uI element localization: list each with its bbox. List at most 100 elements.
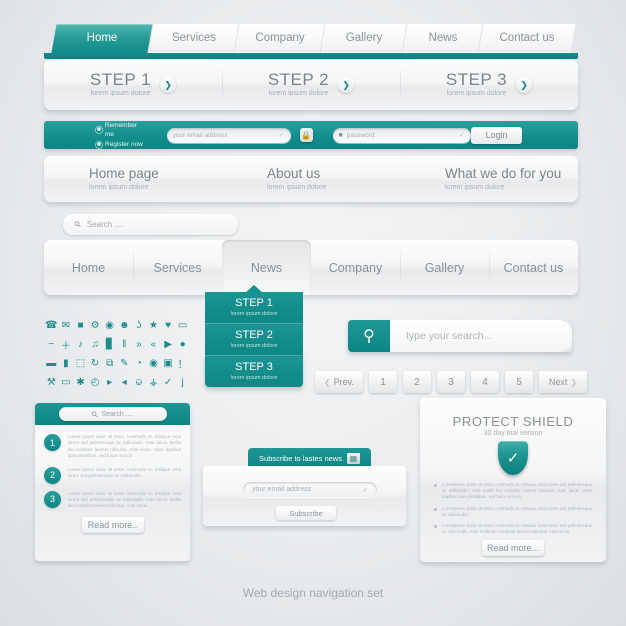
dropdown-subtitle: lorem ipsum dolore [230,311,278,317]
newsletter-email-input[interactable]: your email address ✓ [243,482,377,497]
refresh-icon[interactable]: ↻ [88,355,103,371]
fullscreen-icon[interactable]: ⬚ [73,355,88,371]
step-item-3[interactable]: STEP 3 lorem ipsum dolore ❯ [400,60,578,110]
protect-shield-subtitle: 30 day trial version [483,430,543,437]
top-nav-tab-contact-us[interactable]: Contact us [477,24,576,53]
briefcase-alt-icon[interactable]: ▬ [44,355,59,371]
heart-icon[interactable]: ♥ [161,317,176,333]
save-icon[interactable]: ▣ [161,355,176,371]
info-item-what-we-do[interactable]: What we do for you lorem ipsum dolore [400,166,578,193]
top-nav-tab-home[interactable]: Home [51,24,153,53]
backward-icon[interactable]: « [146,336,161,352]
list-item[interactable]: 2 Lorem ipsum dolor sit amet, commodo et… [44,466,181,484]
top-nav-tab-row: Home Services Company Gallery News Conta… [44,24,578,53]
user-icon[interactable]: ☻ [117,317,132,333]
list-item[interactable]: 1 Lorem ipsum dolor sit amet, commodo et… [44,434,181,460]
search-icon[interactable]: ⚲ [348,320,390,352]
login-email-input[interactable]: your email address ✓ [166,127,291,143]
plus-icon[interactable]: ＋ [59,336,74,352]
pagination-page-5[interactable]: 5 [505,371,533,393]
pencil-icon[interactable]: ✎ [117,355,132,371]
volume-up-icon[interactable]: ♫ [88,336,103,352]
top-nav-tab-company[interactable]: Company [233,24,326,53]
info-icon[interactable]: j [175,374,190,390]
info-subtitle: lorem ipsum dolore [89,183,149,191]
login-button[interactable]: Login [471,126,522,144]
info-strip: Home page lorem ipsum dolore About us lo… [44,156,578,202]
newsletter-box: your email address ✓ Subscribe [203,466,406,526]
pagination-page-1[interactable]: 1 [369,371,397,393]
top-nav-tab-gallery[interactable]: Gallery [319,24,408,53]
pie-chart-icon[interactable]: ◔ [132,355,147,371]
radio-icon[interactable] [96,141,102,148]
info-item-about-us[interactable]: About us lorem ipsum dolore [222,166,400,193]
check-icon[interactable]: ✓ [161,374,176,390]
next-icon[interactable]: ▸ [102,374,117,390]
chevron-right-icon[interactable]: ❯ [516,77,533,93]
top-nav-tab-services[interactable]: Services [147,24,240,53]
list-item[interactable]: 3 Lorem ipsum dolor sit amet, commodo et… [44,490,181,510]
radio-icon[interactable] [96,127,102,134]
camera-icon[interactable]: ▭ [59,374,74,390]
top-nav-accent-bar [44,53,578,59]
small-search-input[interactable]: ⚲ Search .... [63,214,238,235]
bullet-text: Loremipsum dolor sit amet, commodo et, t… [442,482,592,500]
step-title: STEP 3 [445,70,508,89]
printer-icon[interactable]: ⎉ [132,374,147,390]
rss-icon[interactable]: ʖ [132,317,147,333]
clock-icon[interactable]: ◴ [88,374,103,390]
map-pin-icon[interactable]: ● [175,336,190,352]
globe-icon[interactable]: ◉ [102,317,117,333]
asterisk-icon[interactable]: ✱ [73,374,88,390]
pagination-page-2[interactable]: 2 [403,371,431,393]
main-nav-item-news[interactable]: News [222,240,311,295]
main-nav-item-company[interactable]: Company [311,240,400,295]
remember-me-option[interactable]: Remember me [96,121,147,140]
pagination-prev-button[interactable]: ❮ Prev. [315,371,363,393]
envelope-icon[interactable]: ✉ [59,317,74,333]
left-widget-search-input[interactable]: ⚲ Search .... [58,407,167,421]
main-nav-item-services[interactable]: Services [133,240,222,295]
step-item-1[interactable]: STEP 1 lorem ipsum dolore ❯ [44,60,222,110]
tag-icon[interactable]: ⧉ [102,355,117,371]
pause-icon[interactable]: ‖ [117,336,132,352]
pagination-page-3[interactable]: 3 [437,371,465,393]
main-nav-item-gallery[interactable]: Gallery [400,240,489,295]
gear-icon[interactable]: ⚙ [88,317,103,333]
equalizer-icon[interactable]: ▊ [102,336,117,352]
step-item-2[interactable]: STEP 2 lorem ipsum dolore ❯ [222,60,400,110]
pagination-next-button[interactable]: Next ❯ [539,371,587,393]
trash-icon[interactable]: ▮ [59,355,74,371]
prev-icon[interactable]: ◂ [117,374,132,390]
forward-icon[interactable]: » [132,336,147,352]
dropdown-item-step-3[interactable]: STEP 3 lorem ipsum dolore [205,356,303,387]
eye-icon[interactable]: ◉ [146,355,161,371]
volume-mute-icon[interactable]: ♪ [73,336,88,352]
lock-icon[interactable]: ⚶ [146,374,161,390]
phone-icon[interactable]: ☎ [44,317,59,333]
briefcase-icon[interactable]: ■ [73,317,88,333]
play-icon[interactable]: ▶ [161,336,176,352]
dropdown-subtitle: lorem ipsum dolore [230,343,278,349]
login-password-input[interactable]: ■ password ✓ [332,127,472,143]
wrench-icon[interactable]: ⚒ [44,374,59,390]
top-nav-tab-news[interactable]: News [401,24,484,53]
chevron-right-icon[interactable]: ❯ [160,77,177,93]
dropdown-item-step-2[interactable]: STEP 2 lorem ipsum dolore [205,324,303,356]
star-icon[interactable]: ★ [146,317,161,333]
subscribe-button[interactable]: Subscribe [276,506,336,520]
register-now-option[interactable]: Register now [96,140,147,150]
info-item-home-page[interactable]: Home page lorem ipsum dolore [44,166,222,193]
dropdown-item-step-1[interactable]: STEP 1 lorem ipsum dolore [205,292,303,324]
main-nav-item-home[interactable]: Home [44,240,133,295]
chevron-right-icon[interactable]: ❯ [338,77,355,93]
main-nav-label: Home [71,260,106,275]
protect-shield-read-more-button[interactable]: Read more... [482,540,544,557]
exclamation-icon[interactable]: ！ [175,355,190,371]
main-nav-item-contact-us[interactable]: Contact us [489,240,578,295]
left-widget-read-more-button[interactable]: Read more.. [81,516,144,533]
big-search-input[interactable]: type your search... [390,320,572,352]
minus-icon[interactable]: − [44,336,59,352]
comment-icon[interactable]: ▭ [175,317,190,333]
pagination-page-4[interactable]: 4 [471,371,499,393]
